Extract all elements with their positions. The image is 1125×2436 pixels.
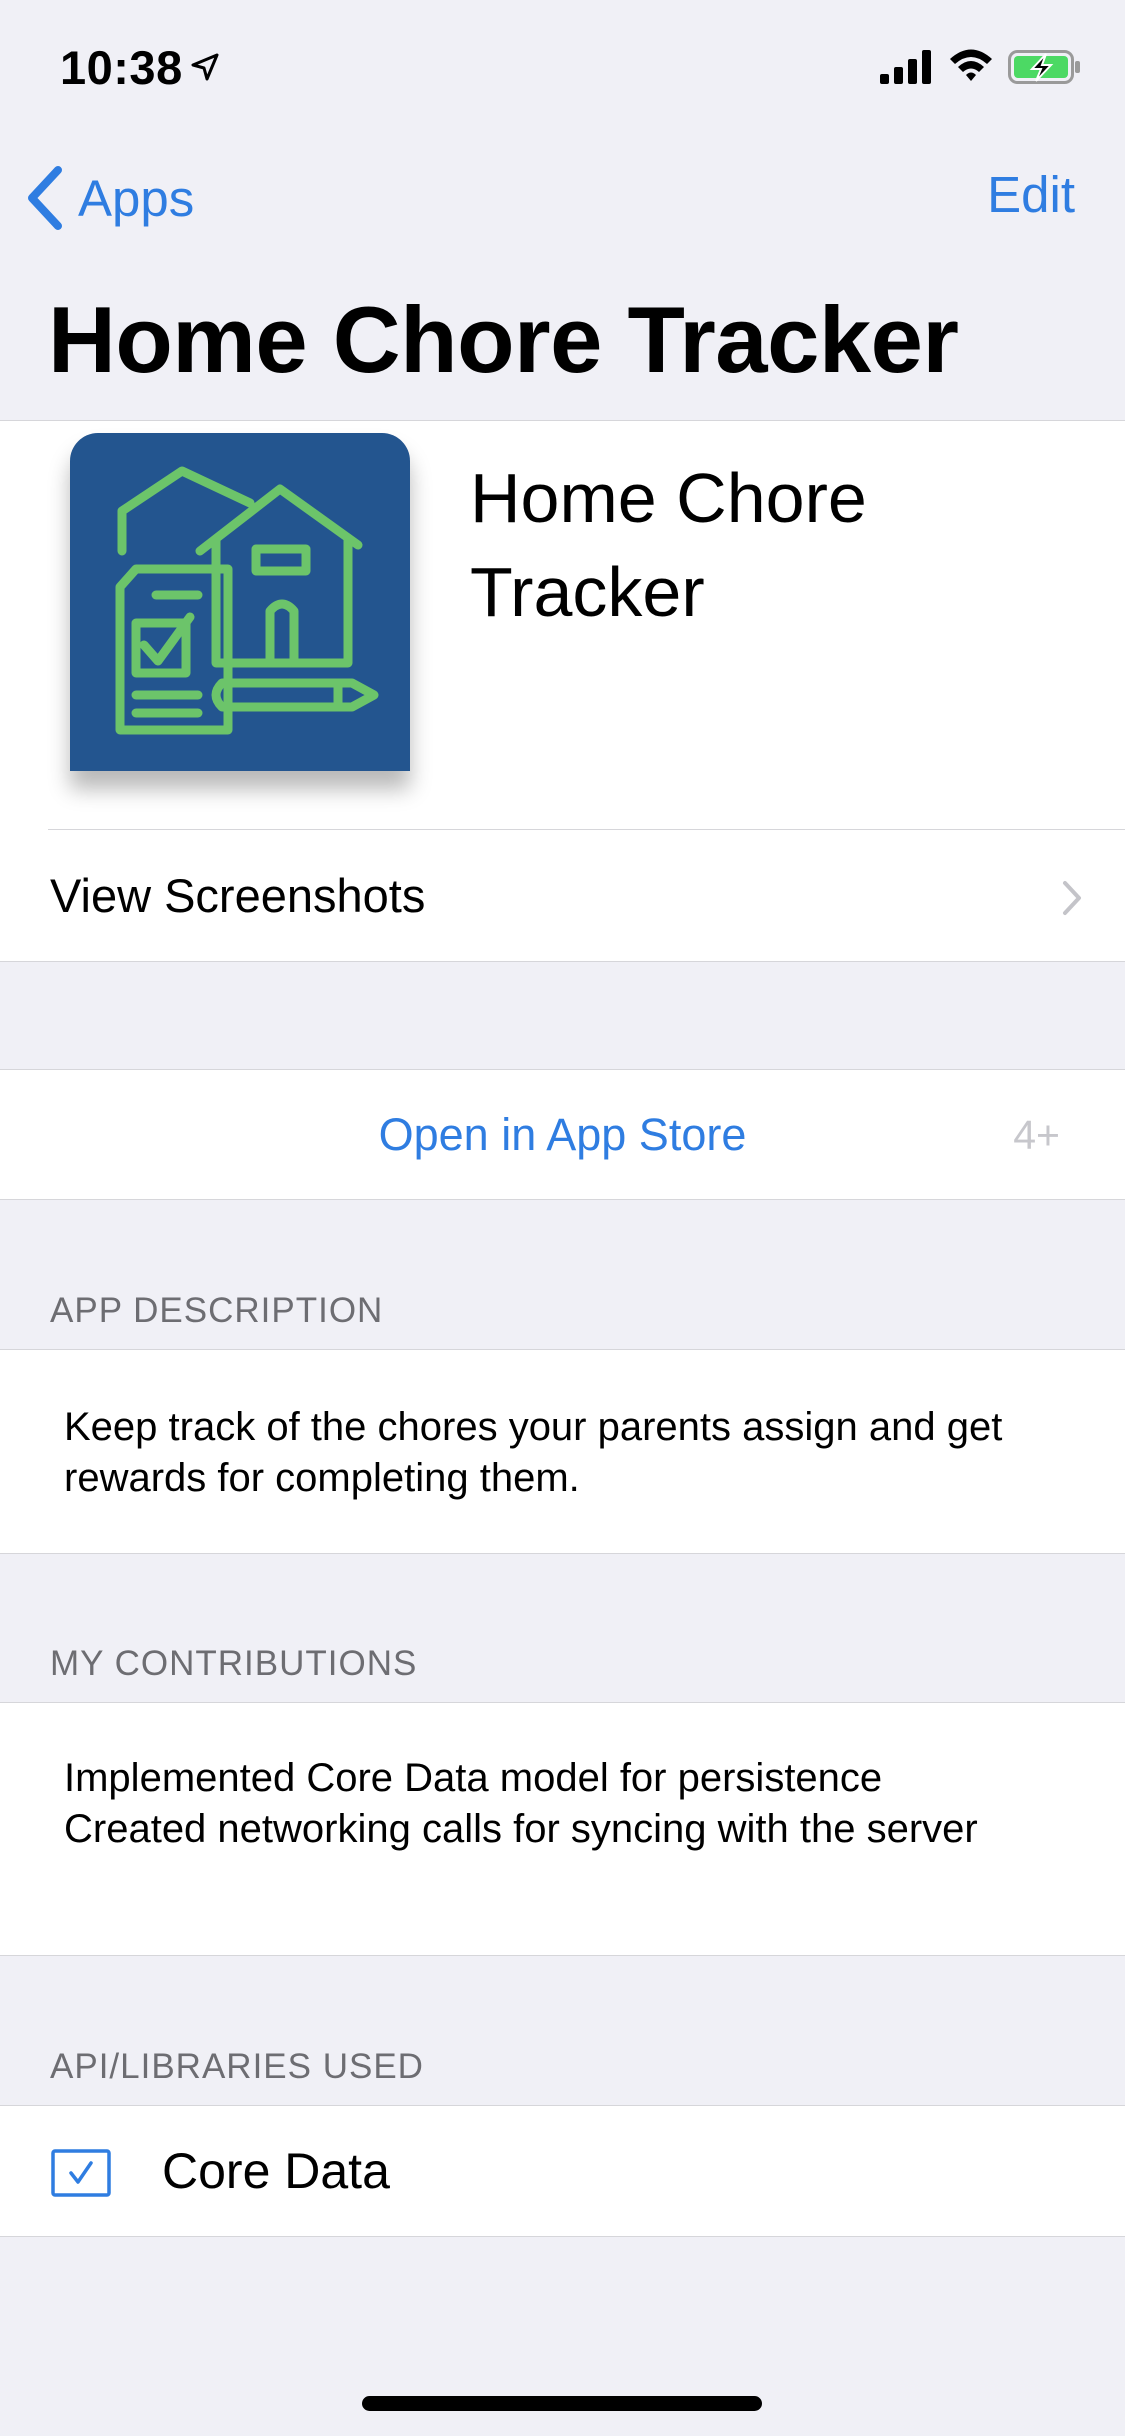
wifi-icon [948,46,994,89]
view-screenshots-row[interactable]: View Screenshots [0,830,1125,961]
app-description-text: Keep track of the chores your parents as… [64,1405,1003,1500]
chevron-left-icon [28,166,62,230]
library-item-label: Core Data [162,2143,390,2199]
cellular-signal-icon [880,50,934,89]
app-name: Home Chore Tracker [470,459,867,631]
my-contributions-text: Implemented Core Data model for persiste… [64,1756,978,1851]
age-rating: 4+ [1013,1112,1060,1158]
page-title: Home Chore Tracker [48,287,959,392]
status-time: 10:38 [60,41,183,94]
libraries-header: API/LIBRARIES USED [50,2047,424,2086]
battery-charging-icon [1008,50,1082,89]
libraries-section: Core Data [0,2105,1125,2237]
chevron-right-icon [1063,881,1081,915]
house-checklist-pencil-icon [70,433,410,771]
edit-button[interactable]: Edit [987,165,1075,224]
checkbox-checked-icon[interactable] [51,2149,111,2202]
my-contributions-section: Implemented Core Data model for persiste… [0,1702,1125,1956]
home-indicator[interactable] [362,2396,762,2411]
location-arrow-icon [190,52,220,87]
library-item[interactable]: Core Data [0,2106,1125,2234]
app-info-card: Home Chore Tracker View Screenshots [0,420,1125,962]
back-button[interactable]: Apps [24,162,194,234]
back-button-label: Apps [78,169,195,227]
status-bar: 10:38 [0,0,1125,132]
view-screenshots-label: View Screenshots [50,869,426,922]
my-contributions-header: MY CONTRIBUTIONS [50,1644,418,1683]
app-description-header: APP DESCRIPTION [50,1291,384,1330]
open-in-app-store-button[interactable]: Open in App Store [0,1070,1125,1199]
app-store-row: Open in App Store 4+ [0,1069,1125,1200]
app-description-section: Keep track of the chores your parents as… [0,1349,1125,1554]
